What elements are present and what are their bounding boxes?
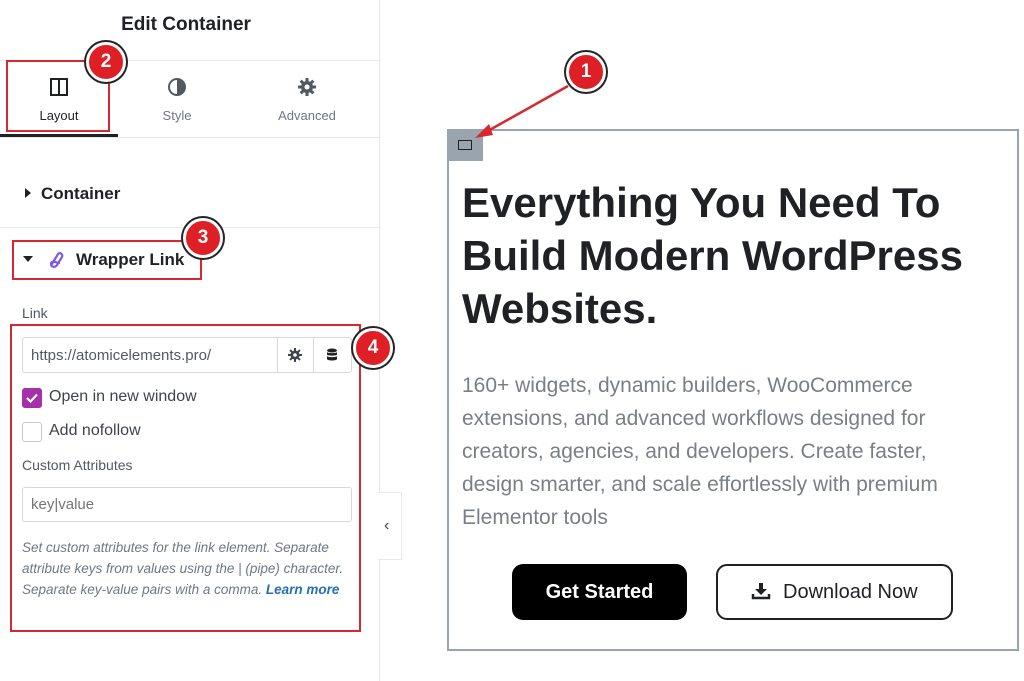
annotation-badge-3: 3: [183, 218, 223, 258]
container-icon: [458, 140, 472, 150]
hero-description: 160+ widgets, dynamic builders, WooComme…: [462, 374, 938, 529]
highlight-link-settings: [10, 324, 361, 632]
download-now-label: Download Now: [783, 581, 918, 603]
divider: [0, 137, 380, 138]
tab-advanced-label: Advanced: [278, 108, 336, 123]
section-container-label: Container: [41, 184, 121, 203]
gear-icon: [298, 78, 316, 96]
caret-right-icon: [25, 188, 31, 198]
annotation-badge-1: 1: [566, 52, 606, 92]
tab-advanced[interactable]: Advanced: [236, 62, 378, 136]
download-icon: [752, 583, 771, 600]
highlight-wrapper-link: [12, 240, 202, 280]
annotation-badge-4: 4: [353, 328, 393, 368]
section-container[interactable]: Container: [0, 170, 380, 216]
container-handle[interactable]: [447, 129, 483, 161]
annotation-badge-2: 2: [86, 42, 126, 82]
tab-style-label: Style: [162, 108, 192, 123]
tab-style[interactable]: Style: [118, 62, 236, 136]
collapse-panel-button[interactable]: ‹: [378, 492, 402, 560]
panel-title: Edit Container: [121, 14, 251, 35]
chevron-left-icon: ‹: [384, 517, 390, 534]
half-circle-icon: [168, 78, 186, 96]
download-now-button[interactable]: Download Now: [716, 564, 953, 620]
get-started-button[interactable]: Get Started: [512, 564, 687, 620]
hero-title: Everything You Need To Build Modern Word…: [462, 179, 963, 332]
get-started-label: Get Started: [545, 581, 654, 603]
link-label: Link: [22, 305, 48, 321]
